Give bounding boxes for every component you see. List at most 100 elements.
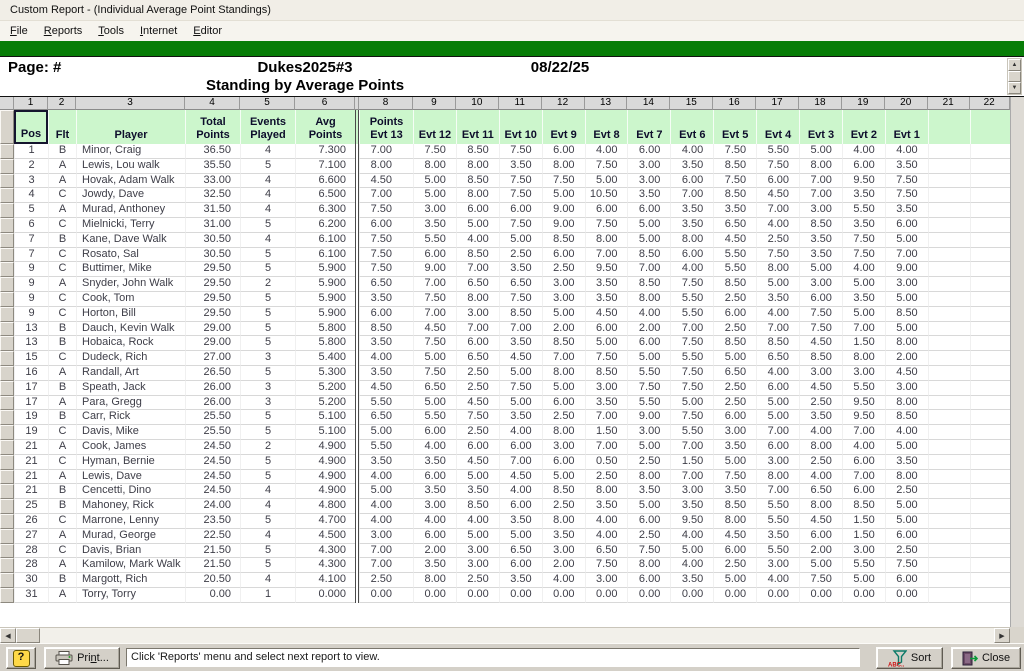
column-number[interactable]: 1 — [14, 97, 48, 110]
grid-cell[interactable]: 5.00 — [841, 277, 885, 292]
grid-cell[interactable]: 24.50 — [185, 439, 240, 455]
row-header[interactable] — [0, 365, 14, 381]
grid-cell[interactable]: 8.00 — [799, 158, 842, 174]
grid-cell[interactable] — [927, 217, 970, 233]
grid-cell[interactable] — [927, 277, 970, 292]
grid-cell[interactable] — [969, 365, 1010, 381]
grid-cell[interactable]: 6.00 — [584, 203, 628, 218]
grid-cell[interactable]: 7.50 — [359, 203, 413, 218]
grid-cell[interactable]: 1.50 — [670, 454, 714, 470]
grid-cell[interactable]: 0.00 — [498, 587, 542, 603]
grid-cell[interactable]: 4 — [240, 232, 295, 248]
grid-cell[interactable]: 8.50 — [627, 247, 671, 263]
grid-cell[interactable] — [927, 336, 970, 352]
grid-cell[interactable]: 5.50 — [841, 380, 885, 396]
grid-cell[interactable] — [927, 573, 970, 588]
grid-cell[interactable]: 30.50 — [185, 232, 240, 248]
grid-cell[interactable] — [927, 543, 970, 559]
grid-cell[interactable]: 3.00 — [455, 306, 499, 322]
grid-cell[interactable]: 3.50 — [498, 158, 542, 174]
grid-cell[interactable] — [927, 395, 970, 411]
grid-cell[interactable]: 36.50 — [185, 144, 240, 159]
grid-cell[interactable]: 19 — [14, 410, 48, 426]
grid-cell[interactable]: 7.50 — [584, 351, 628, 366]
grid-cell[interactable]: 8.50 — [627, 277, 671, 292]
column-number[interactable]: 5 — [240, 97, 295, 110]
column-header[interactable]: Evt 4 — [756, 110, 800, 144]
row-header[interactable] — [0, 410, 14, 426]
column-header[interactable]: Pos — [14, 110, 48, 144]
grid-cell[interactable]: 3.50 — [584, 499, 628, 514]
grid-cell[interactable]: 6.00 — [841, 484, 885, 500]
grid-cell[interactable]: 3.00 — [541, 277, 585, 292]
grid-cell[interactable]: Dudeck, Rich — [76, 351, 185, 366]
grid-cell[interactable]: 8.00 — [713, 513, 757, 529]
grid-cell[interactable]: 9.50 — [841, 173, 885, 189]
grid-cell[interactable]: 7.50 — [713, 173, 757, 189]
grid-cell[interactable]: 8.50 — [799, 351, 842, 366]
grid-cell[interactable]: 6.50 — [455, 351, 499, 366]
grid-cell[interactable]: 9 — [14, 291, 48, 307]
grid-cell[interactable]: 6.00 — [884, 573, 928, 588]
header-scrollbar[interactable]: ▲ ▼ — [1007, 58, 1022, 95]
column-number[interactable]: 17 — [756, 97, 800, 110]
scrollbar-thumb[interactable] — [1008, 71, 1021, 82]
grid-cell[interactable]: 2.50 — [541, 262, 585, 278]
column-number[interactable]: 9 — [413, 97, 456, 110]
row-header[interactable] — [0, 543, 14, 559]
grid-cell[interactable] — [927, 558, 970, 574]
row-header[interactable] — [0, 173, 14, 189]
grid-cell[interactable]: 2.50 — [756, 232, 800, 248]
grid-cell[interactable]: 1.50 — [841, 513, 885, 529]
grid-cell[interactable]: 9.00 — [413, 262, 456, 278]
grid-cell[interactable]: C — [48, 351, 76, 366]
grid-cell[interactable]: 4.900 — [295, 469, 355, 485]
grid-cell[interactable]: 4.300 — [295, 543, 355, 559]
grid-cell[interactable]: 8.50 — [713, 499, 757, 514]
grid-cell[interactable]: 7.00 — [359, 543, 413, 559]
grid-cell[interactable]: 30 — [14, 573, 48, 588]
grid-cell[interactable]: 4.00 — [584, 528, 628, 544]
grid-cell[interactable]: 6.50 — [713, 217, 757, 233]
grid-cell[interactable]: 1 — [240, 587, 295, 603]
grid-cell[interactable]: 3.50 — [359, 336, 413, 352]
grid-cell[interactable]: 5.50 — [713, 262, 757, 278]
grid-cell[interactable]: 0.00 — [756, 587, 800, 603]
grid-cell[interactable]: B — [48, 410, 76, 426]
grid-cell[interactable]: 4.00 — [413, 513, 456, 529]
grid-cell[interactable] — [927, 306, 970, 322]
grid-cell[interactable]: 4.50 — [455, 454, 499, 470]
grid-cell[interactable]: 4.00 — [799, 469, 842, 485]
grid-cell[interactable]: 5 — [240, 306, 295, 322]
grid-cell[interactable]: 4.00 — [584, 513, 628, 529]
grid-cell[interactable]: 3.50 — [455, 484, 499, 500]
grid-cell[interactable]: 29.50 — [185, 277, 240, 292]
grid-cell[interactable]: 8.00 — [413, 573, 456, 588]
grid-cell[interactable]: Minor, Craig — [76, 144, 185, 159]
grid-cell[interactable]: 6.00 — [413, 469, 456, 485]
row-header[interactable] — [0, 158, 14, 174]
grid-cell[interactable]: 4.00 — [756, 217, 800, 233]
grid-cell[interactable]: 4.00 — [359, 351, 413, 366]
grid-cell[interactable]: 8.00 — [627, 558, 671, 574]
grid-cell[interactable]: 5.50 — [670, 425, 714, 440]
grid-cell[interactable]: 8.50 — [713, 277, 757, 292]
grid-cell[interactable] — [969, 380, 1010, 396]
grid-cell[interactable]: 24.50 — [185, 454, 240, 470]
grid-cell[interactable]: 4.300 — [295, 558, 355, 574]
grid-cell[interactable]: 2.50 — [799, 395, 842, 411]
vertical-scrollbar[interactable] — [1010, 97, 1024, 627]
grid-cell[interactable]: 21.50 — [185, 543, 240, 559]
grid-cell[interactable]: 3.50 — [799, 232, 842, 248]
grid-cell[interactable]: 3.00 — [541, 543, 585, 559]
grid-cell[interactable]: 5.900 — [295, 306, 355, 322]
grid-cell[interactable] — [927, 454, 970, 470]
grid-cell[interactable] — [927, 587, 970, 603]
grid-cell[interactable]: 7.50 — [584, 158, 628, 174]
grid-cell[interactable]: 6.100 — [295, 232, 355, 248]
grid-cell[interactable]: 0.00 — [627, 587, 671, 603]
grid-cell[interactable]: C — [48, 454, 76, 470]
row-header[interactable] — [0, 144, 14, 159]
grid-cell[interactable] — [927, 365, 970, 381]
grid-cell[interactable] — [969, 336, 1010, 352]
